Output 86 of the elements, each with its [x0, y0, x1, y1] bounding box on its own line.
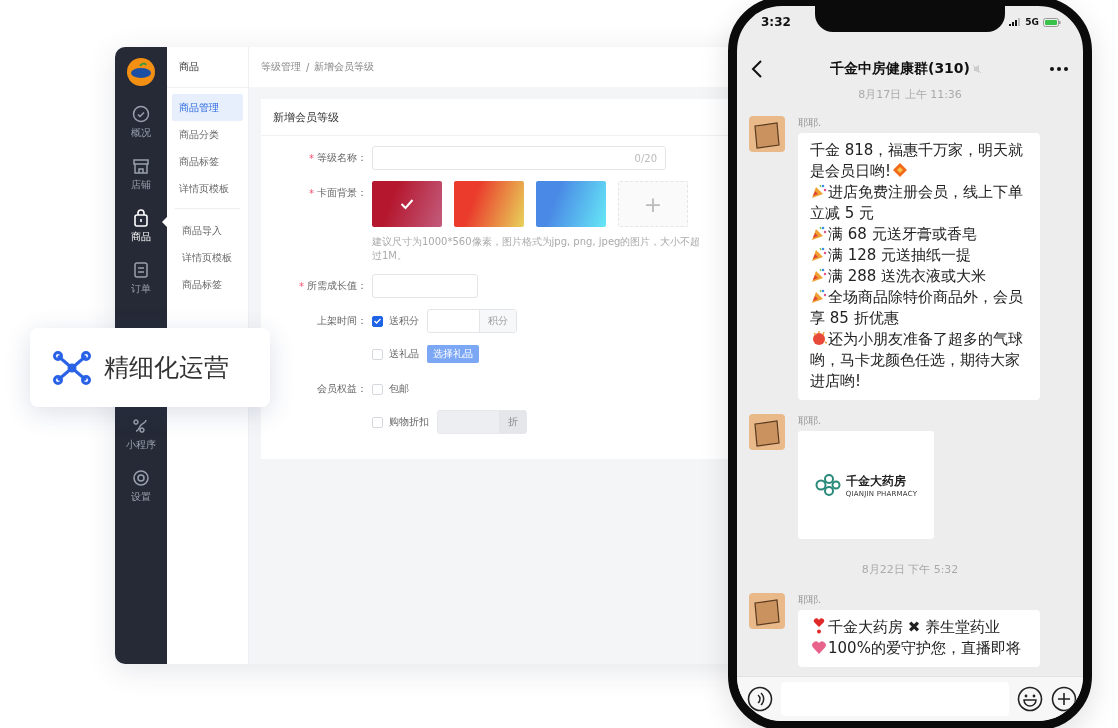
option-label: 包邮: [389, 382, 409, 396]
signal-icon: [1009, 18, 1022, 26]
required-mark: *: [309, 152, 314, 164]
checkbox[interactable]: [372, 315, 383, 327]
sidebar-item[interactable]: 商品: [131, 230, 151, 244]
message-text: 进店免费注册会员，线上下单立减 5 元: [810, 182, 1024, 224]
heart-icon: [811, 618, 827, 634]
field-label: 上架时间：: [317, 314, 367, 328]
feature-title: 精细化运营: [104, 352, 229, 384]
emoji-icon[interactable]: [1017, 686, 1043, 712]
document-icon[interactable]: [132, 261, 150, 279]
plus-icon[interactable]: [1051, 686, 1077, 712]
form-title: 新增会员等级: [273, 109, 339, 125]
hint-text: 建议尺寸为1000*560像素，图片格式为jpg, png, jpeg的图片，大小不超过1M。: [372, 235, 702, 263]
check-icon: [400, 198, 414, 210]
option-label: 送积分: [389, 314, 419, 328]
message-text: 满 288 送洗衣液或大米: [810, 266, 1030, 287]
settings-icon[interactable]: [132, 469, 150, 487]
party-popper-icon: [811, 246, 827, 262]
more-icon[interactable]: [1049, 66, 1069, 72]
nav-item[interactable]: 详情页模板: [172, 175, 243, 202]
status-time: 3:32: [761, 15, 791, 29]
confetti-icon: [811, 330, 827, 346]
message-text: 千金 818，福惠千万家，明天就是会员日哟!: [810, 140, 1025, 182]
brand-name: 千金大药房: [845, 472, 907, 490]
network-icon: [52, 349, 92, 386]
nav-item[interactable]: 商品标签: [175, 271, 240, 298]
sidebar-item[interactable]: 订单: [131, 282, 151, 296]
party-popper-icon: [811, 225, 827, 241]
field-label: 会员权益：: [317, 382, 367, 396]
back-icon[interactable]: [751, 60, 763, 78]
flower-logo-icon: [814, 474, 841, 496]
bag-icon[interactable]: [132, 209, 150, 227]
avatar: [749, 414, 785, 450]
option-label: 送礼品: [389, 347, 419, 361]
nav-title: 商品: [179, 60, 199, 74]
party-popper-icon: [811, 288, 827, 304]
required-mark: *: [299, 280, 304, 292]
nav-item[interactable]: 商品标签: [172, 148, 243, 175]
mute-icon: [972, 64, 982, 74]
card-swatch[interactable]: [536, 181, 606, 227]
field-label: 卡面背景：: [317, 186, 367, 200]
sidebar-item[interactable]: 概况: [131, 126, 151, 140]
breadcrumb-separator: /: [306, 61, 310, 73]
party-popper-icon: [811, 267, 827, 283]
card-swatch[interactable]: [454, 181, 524, 227]
field-label: 等级名称：: [317, 151, 367, 165]
party-popper-icon: [811, 183, 827, 199]
nav-item[interactable]: 商品管理: [172, 94, 243, 121]
chat-title: 千金中房健康群(310): [830, 60, 970, 78]
nav-item[interactable]: 商品分类: [172, 121, 243, 148]
unit-addon: 积分: [479, 310, 516, 332]
required-mark: *: [309, 187, 314, 199]
sidebar-item[interactable]: 小程序: [126, 438, 156, 452]
message-text: 满 68 元送牙膏或香皂: [810, 224, 1030, 245]
sender-name: 耶耶.: [798, 116, 823, 130]
message-text: 千金大药房 ✖ 养生堂药业: [810, 617, 1030, 638]
breadcrumb-link[interactable]: 等级管理: [261, 60, 301, 74]
message-text: 满 128 元送抽纸一提: [810, 245, 1030, 266]
nav-item[interactable]: 商品导入: [175, 217, 240, 244]
message-text: 还为小朋友准备了超多的气球哟，马卡龙颜色任选，期待大家进店哟!: [810, 329, 1024, 392]
sidebar-item[interactable]: 店铺: [131, 178, 151, 192]
voice-icon[interactable]: [747, 686, 773, 712]
nav-item[interactable]: 详情页模板: [175, 244, 240, 271]
network-label: 5G: [1025, 17, 1039, 27]
heart-icon: [811, 639, 827, 655]
sidebar-item[interactable]: 设置: [131, 490, 151, 504]
card-swatch[interactable]: [372, 181, 442, 227]
char-counter: 0/20: [634, 152, 658, 164]
message-text: 全场商品除特价商品外，会员享 85 折优惠: [810, 287, 1024, 329]
sender-name: 耶耶.: [798, 593, 823, 607]
field-label: 所需成长值：: [307, 279, 367, 293]
sender-name: 耶耶.: [798, 414, 823, 428]
avatar: [749, 593, 785, 629]
check-icon: [374, 318, 381, 324]
store-icon[interactable]: [132, 157, 150, 175]
logo-icon: [126, 57, 156, 87]
chat-timestamp: 8月22日 下午 5:32: [861, 563, 959, 577]
avatar: [749, 116, 785, 152]
growth-field[interactable]: [372, 274, 478, 298]
message-text: 100%的爱守护您，直播即将: [810, 638, 1030, 659]
chat-timestamp: 8月17日 上午 11:36: [858, 88, 962, 102]
option-label: 购物折扣: [389, 415, 429, 429]
battery-icon: [1043, 17, 1061, 27]
diamond-icon: [892, 162, 908, 178]
unit-addon: 折: [499, 411, 526, 433]
